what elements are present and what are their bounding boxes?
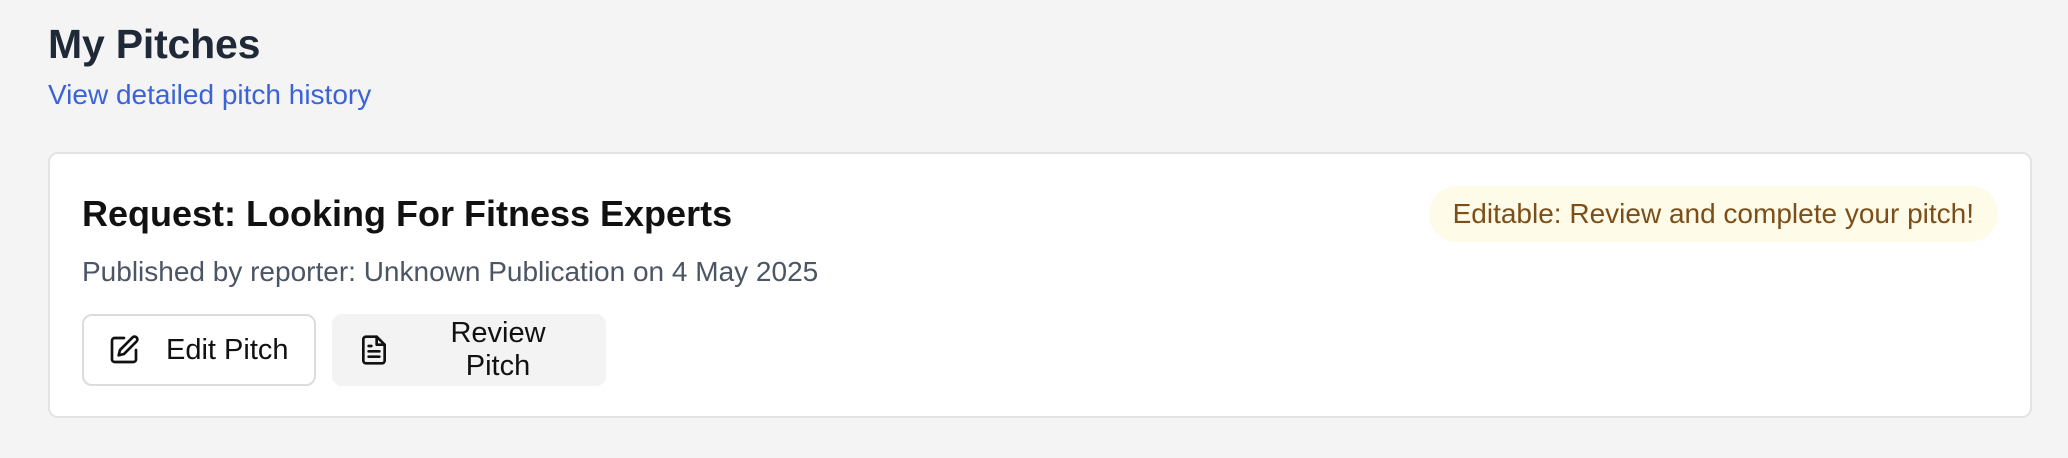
document-icon	[358, 334, 390, 366]
pitch-title: Request: Looking For Fitness Experts	[82, 193, 733, 234]
pitch-actions: Edit Pitch Review Pitch	[82, 314, 606, 386]
edit-pitch-label: Edit Pitch	[166, 333, 289, 366]
pitch-card: Request: Looking For Fitness Experts Edi…	[48, 152, 2032, 418]
pitch-history-link[interactable]: View detailed pitch history	[48, 78, 371, 112]
my-pitches-page: My Pitches View detailed pitch history R…	[0, 0, 2068, 458]
page-title: My Pitches	[48, 21, 261, 67]
status-badge: Editable: Review and complete your pitch…	[1428, 186, 1998, 242]
review-pitch-label: Review Pitch	[450, 317, 546, 382]
pitch-meta: Published by reporter: Unknown Publicati…	[82, 256, 819, 287]
review-pitch-button[interactable]: Review Pitch	[332, 314, 606, 386]
edit-icon	[108, 334, 140, 366]
edit-pitch-button[interactable]: Edit Pitch	[82, 314, 316, 386]
